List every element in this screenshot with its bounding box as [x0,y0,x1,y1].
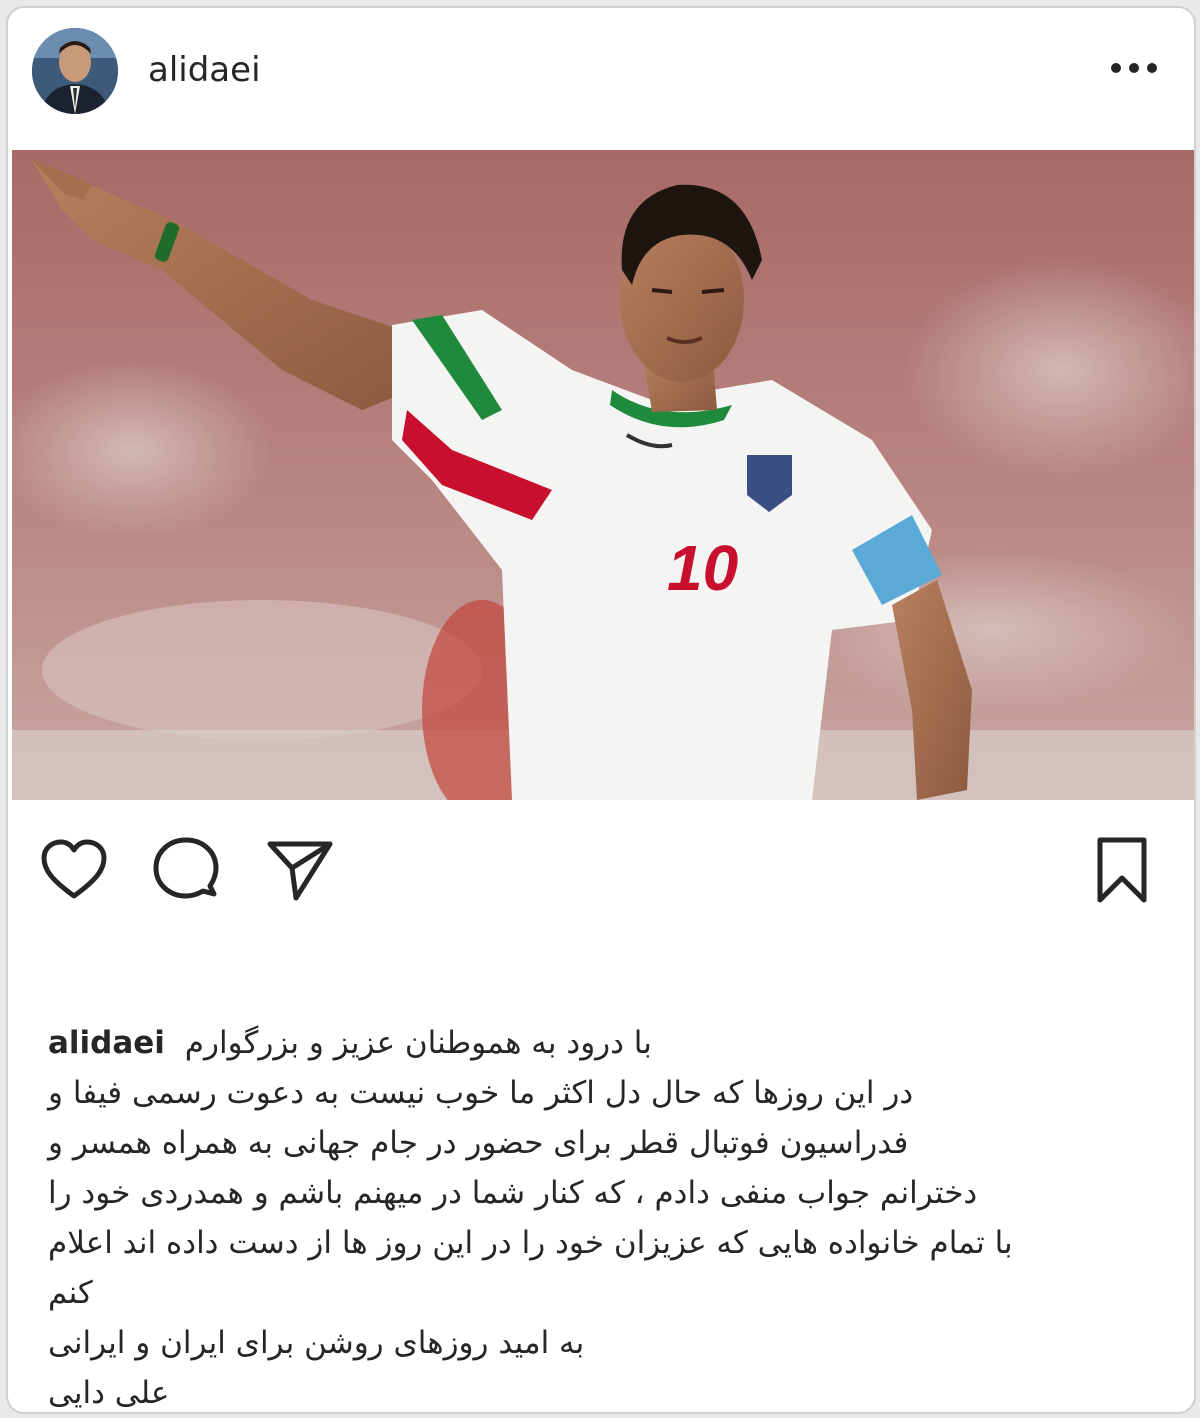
caption-line: در این روزها که حال دل اکثر ما خوب نیست … [48,1075,914,1111]
avatar[interactable] [32,28,118,114]
share-icon[interactable] [264,834,336,906]
caption-greeting: با درود به هموطنان عزیز و بزرگوارم [184,1025,652,1061]
post-photo[interactable]: 10 [12,150,1194,800]
heart-icon[interactable] [38,834,110,906]
username[interactable]: alidaei [148,50,261,90]
caption-line: دخترانم جواب منفی دادم ، که کنار شما در … [48,1175,978,1211]
caption-line: با تمام خانواده هایی که عزیزان خود را در… [48,1225,1013,1261]
bookmark-icon[interactable] [1086,834,1158,906]
more-options-icon[interactable] [1104,48,1164,88]
caption-line: کنم [48,1275,93,1311]
post-caption: با درود به هموطنان عزیز و بزرگوارم alida… [48,1018,1158,1412]
comment-icon[interactable] [150,834,222,906]
instagram-post-card: alidaei 10 با درود به هموطنان عزیز و بزر… [6,6,1196,1414]
caption-signature: علی دایی [48,1375,170,1411]
post-header: alidaei [8,8,1194,148]
caption-line: فدراسیون فوتبال قطر برای حضور در جام جها… [48,1125,909,1161]
jersey-number: 10 [667,532,738,604]
post-actions [8,834,1194,914]
caption-first-line: با درود به هموطنان عزیز و بزرگوارم alida… [48,1018,1158,1068]
caption-username[interactable]: alidaei [48,1025,165,1061]
caption-line: به امید روزهای روشن برای ایران و ایرانی [48,1325,585,1361]
